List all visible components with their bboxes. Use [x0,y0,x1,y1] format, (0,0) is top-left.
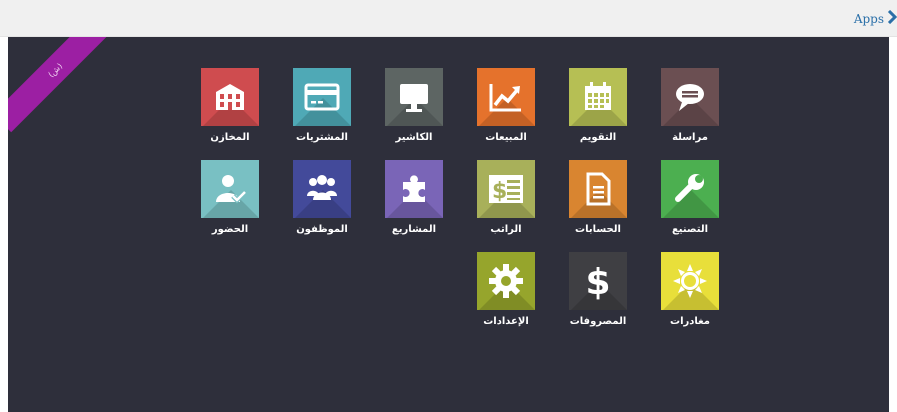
monitor-icon [400,84,428,112]
ribbon: (ش) [8,37,118,137]
puzzle-icon [403,175,425,202]
app-settings[interactable]: الإعدادات [460,252,552,344]
app-manufacturing[interactable]: التصنيع [644,160,736,252]
app-purchase[interactable]: المشتريات [276,68,368,160]
app-label: الإعدادات [483,316,529,327]
payslip-icon: $ [489,175,523,204]
app-label: الموظفون [296,224,348,235]
app-discuss[interactable]: مراسلة [644,68,736,160]
app-label: مغادرات [670,316,710,327]
app-label: الكاشير [395,132,433,143]
app-label: الراتب [490,224,522,235]
app-tile [569,160,627,218]
app-tile [661,68,719,126]
warehouse-icon [216,84,244,110]
svg-text:$: $ [492,179,507,204]
sun-icon [673,264,707,298]
app-attendance[interactable]: الحضور [184,160,276,252]
app-tile [477,68,535,126]
app-tile [569,68,627,126]
app-tile [661,252,719,310]
app-tile: $ [569,252,627,310]
app-tile [201,160,259,218]
apps-dashboard: (ش) مراسلة التقويم المبيعات الكاشير المش… [8,37,889,412]
app-label: المشتريات [296,132,348,143]
app-tile [385,160,443,218]
credit-card-icon [304,83,340,111]
app-project[interactable]: المشاريع [368,160,460,252]
app-label: التصنيع [671,224,709,235]
svg-text:$: $ [585,262,610,300]
app-payroll[interactable]: $ الراتب [460,160,552,252]
group-users-icon [307,175,337,200]
app-inventory[interactable]: المخازن [184,68,276,160]
ribbon-text: (ش) [46,61,64,79]
app-tile: $ [477,160,535,218]
dollar-icon: $ [585,262,610,300]
app-leaves[interactable]: مغادرات [644,252,736,344]
chart-line-icon [489,84,521,112]
app-calendar[interactable]: التقويم [552,68,644,160]
user-check-icon [216,175,247,204]
app-tile [385,68,443,126]
wrench-icon [675,174,704,202]
app-label: المشاريع [391,224,437,235]
chat-bubble-icon [676,84,704,111]
app-pos[interactable]: الكاشير [368,68,460,160]
app-sales[interactable]: المبيعات [460,68,552,160]
chevron-right-icon[interactable] [887,9,897,28]
app-tile [201,68,259,126]
app-label: المبيعات [485,132,527,143]
app-label: التقويم [579,132,617,143]
app-accounting[interactable]: الحسابات [552,160,644,252]
app-label: الحضور [211,224,249,235]
document-icon [586,172,611,206]
app-expenses[interactable]: $ المصروفات [552,252,644,344]
calendar-icon [585,82,611,110]
app-tile [477,252,535,310]
app-label: المخازن [210,132,250,143]
app-label: مراسلة [672,132,708,143]
app-tile [293,68,351,126]
breadcrumb-apps-link[interactable]: Apps [854,12,884,26]
app-employees[interactable]: الموظفون [276,160,368,252]
app-label: المصروفات [569,316,627,327]
top-bar: Apps [0,0,897,37]
app-tile [293,160,351,218]
app-tile [661,160,719,218]
breadcrumb: Apps [854,9,897,28]
app-label: الحسابات [575,224,621,235]
gear-icon [489,264,523,298]
